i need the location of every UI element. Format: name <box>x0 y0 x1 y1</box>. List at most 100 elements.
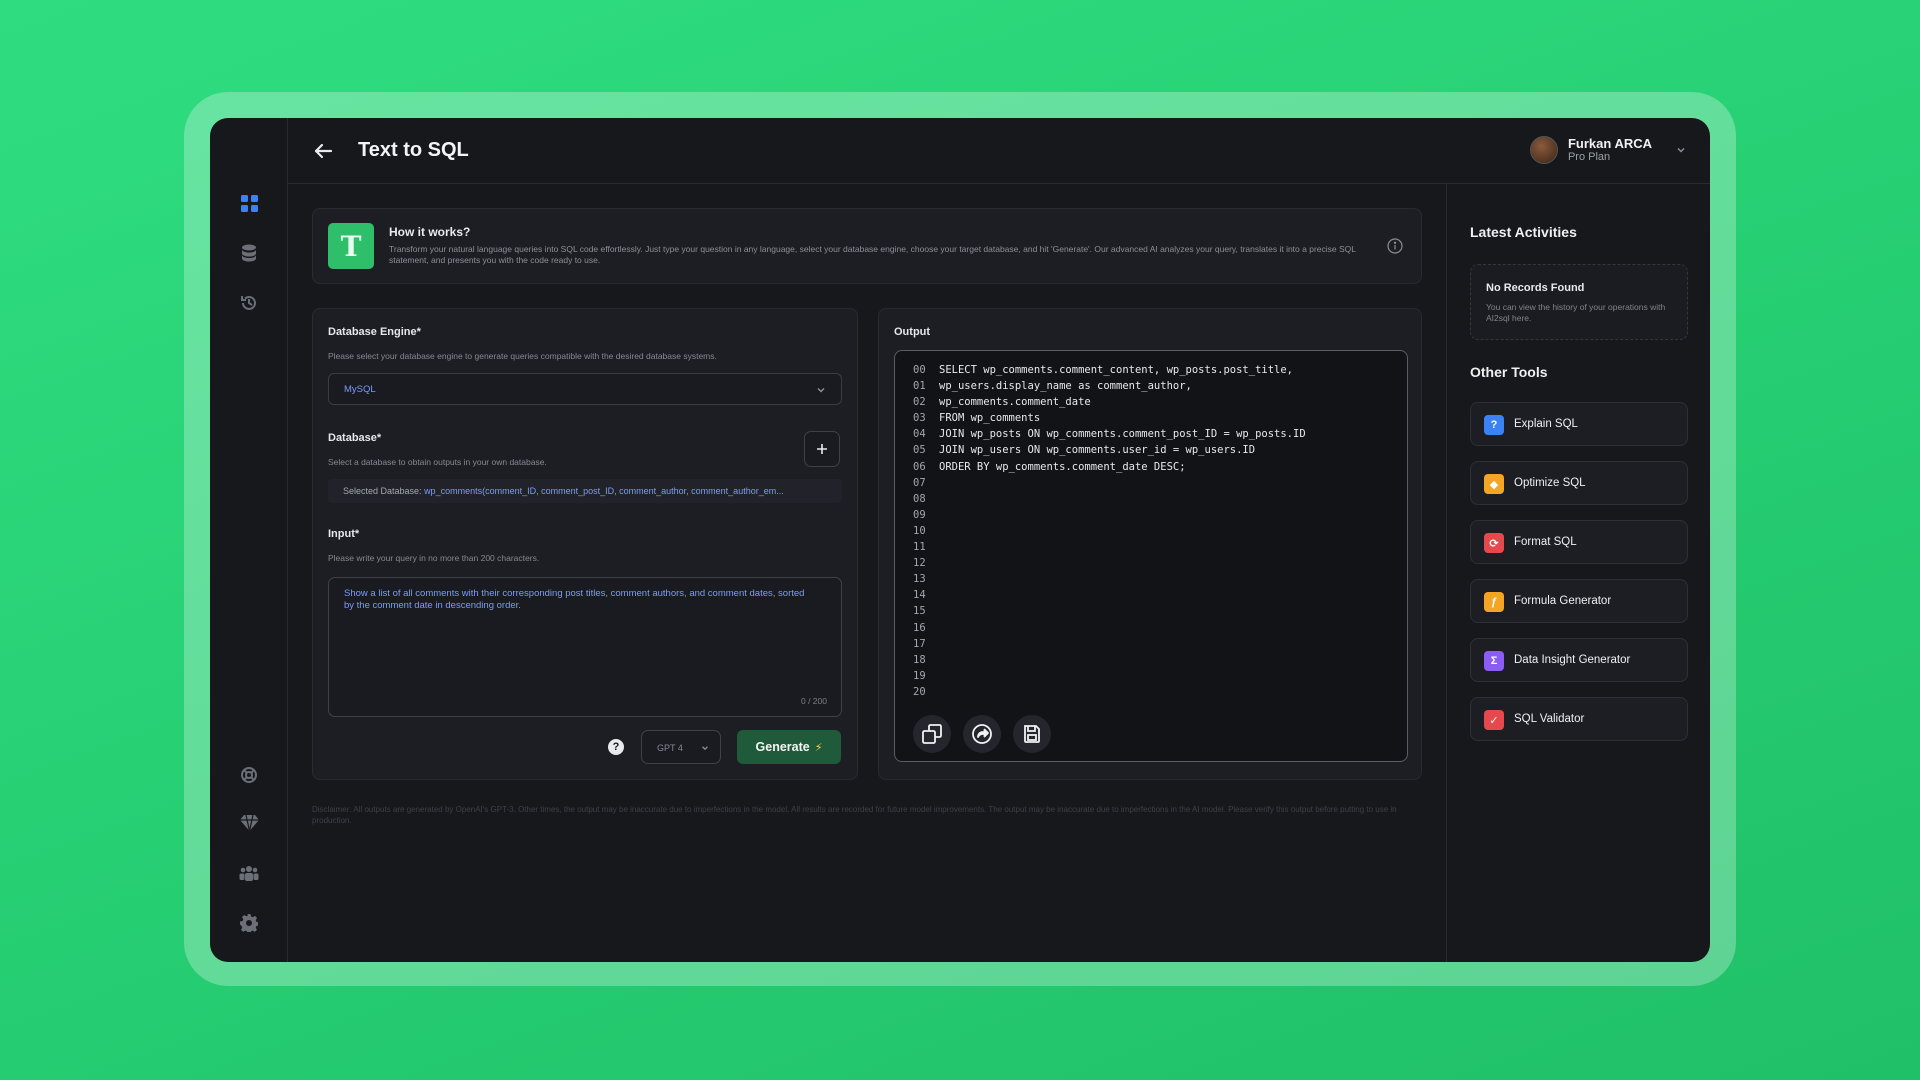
header: Text to SQL Furkan ARCA Pro Plan <box>288 118 1710 184</box>
selected-database[interactable]: Selected Database: wp_comments(comment_I… <box>328 479 842 503</box>
right-panel: Latest Activities No Records Found You c… <box>1446 184 1710 962</box>
query-input-text: Show a list of all comments with their c… <box>344 588 805 611</box>
code-line: 02 wp_comments.comment_date <box>913 394 1306 410</box>
support-icon[interactable] <box>238 764 260 786</box>
user-menu[interactable]: Furkan ARCA Pro Plan <box>1529 136 1686 164</box>
tool-item-label: Explain SQL <box>1514 418 1578 430</box>
copy-button[interactable] <box>913 715 951 753</box>
gear-icon[interactable] <box>238 912 260 934</box>
line-number: 18 <box>913 653 926 666</box>
line-number: 08 <box>913 492 926 505</box>
selected-database-value: wp_comments(comment_ID, comment_post_ID,… <box>424 486 784 496</box>
output-title: Output <box>894 326 931 338</box>
code-line: 08 <box>913 491 1306 507</box>
line-code: wp_users.display_name as comment_author, <box>939 380 1192 393</box>
line-number: 13 <box>913 573 926 586</box>
main-content: T How it works? Transform your natural l… <box>288 184 1446 962</box>
line-number: 16 <box>913 621 926 634</box>
line-number: 20 <box>913 685 926 698</box>
tool-item-data-insight-generator[interactable]: Σ Data Insight Generator <box>1470 638 1688 682</box>
engine-select-value: MySQL <box>344 384 376 395</box>
line-code: SELECT wp_comments.comment_content, wp_p… <box>939 364 1294 376</box>
query-form: Database Engine* Please select your data… <box>312 308 858 780</box>
formula-icon: ƒ <box>1484 592 1504 612</box>
code-line: 20 <box>913 684 1306 700</box>
line-number: 07 <box>913 476 926 489</box>
back-arrow-icon[interactable] <box>312 140 334 162</box>
tool-item-label: Format SQL <box>1514 536 1577 548</box>
disclaimer: Disclaimer: All outputs are generated by… <box>312 805 1397 825</box>
insight-icon: Σ <box>1484 651 1504 671</box>
line-number: 00 <box>913 364 926 376</box>
team-icon[interactable] <box>238 862 260 884</box>
history-icon[interactable] <box>238 292 260 314</box>
format-icon: ⟳ <box>1484 533 1504 553</box>
share-button[interactable] <box>963 715 1001 753</box>
save-button[interactable] <box>1013 715 1051 753</box>
output-panel: Output 00 SELECT wp_comments.comment_cont… <box>878 308 1422 780</box>
code-line: 04 JOIN wp_posts ON wp_comments.comment_p… <box>913 426 1306 442</box>
line-number: 10 <box>913 524 926 537</box>
tool-item-explain-sql[interactable]: ? Explain SQL <box>1470 402 1688 446</box>
line-number: 12 <box>913 557 926 570</box>
line-code: wp_comments.comment_date <box>939 396 1091 409</box>
model-select-value: GPT 4 <box>657 743 683 753</box>
database-icon[interactable] <box>238 242 260 264</box>
tool-item-sql-validator[interactable]: ✓ SQL Validator <box>1470 697 1688 741</box>
code-lines: 00 SELECT wp_comments.comment_content, wp… <box>913 362 1306 700</box>
engine-help: Please select your database engine to ge… <box>328 351 717 361</box>
tool-item-formula-generator[interactable]: ƒ Formula Generator <box>1470 579 1688 623</box>
line-number: 06 <box>913 460 926 473</box>
help-icon[interactable]: ? <box>608 739 624 755</box>
avatar <box>1529 136 1558 164</box>
code-line: 16 <box>913 620 1306 636</box>
plus-icon <box>817 444 827 454</box>
other-tools-title: Other Tools <box>1470 364 1548 380</box>
share-icon <box>972 724 992 744</box>
model-select[interactable]: GPT 4 <box>641 730 721 764</box>
engine-select[interactable]: MySQL <box>328 373 842 405</box>
line-number: 19 <box>913 669 926 682</box>
add-database-button[interactable] <box>804 431 840 467</box>
diamond-icon[interactable] <box>238 812 260 834</box>
input-help: Please write your query in no more than … <box>328 553 540 563</box>
query-input[interactable]: Show a list of all comments with their c… <box>328 577 842 717</box>
text-to-sql-logo-icon: T <box>328 223 374 269</box>
app-window: Text to SQL Furkan ARCA Pro Plan T How i… <box>210 118 1710 962</box>
line-number: 01 <box>913 380 926 393</box>
generate-button[interactable]: Generate ⚡ <box>737 730 841 764</box>
code-line: 09 <box>913 507 1306 523</box>
line-number: 11 <box>913 541 926 554</box>
latest-activities-title: Latest Activities <box>1470 224 1577 240</box>
line-code: JOIN wp_users ON wp_comments.user_id = w… <box>939 444 1256 457</box>
tool-item-label: Optimize SQL <box>1514 477 1586 489</box>
code-line: 10 <box>913 523 1306 539</box>
save-icon <box>1024 725 1040 743</box>
code-line: 14 <box>913 587 1306 603</box>
code-line: 07 <box>913 475 1306 491</box>
line-number: 05 <box>913 444 926 457</box>
code-line: 18 <box>913 652 1306 668</box>
chevron-down-icon <box>702 746 708 751</box>
line-number: 02 <box>913 396 926 409</box>
grid-icon[interactable] <box>238 192 260 214</box>
copy-icon <box>922 724 942 744</box>
validator-icon: ✓ <box>1484 710 1504 730</box>
code-line: 19 <box>913 668 1306 684</box>
code-line: 03 FROM wp_comments <box>913 410 1306 426</box>
character-counter: 0 / 200 <box>801 696 827 706</box>
tool-item-optimize-sql[interactable]: ◆ Optimize SQL <box>1470 461 1688 505</box>
line-code: FROM wp_comments <box>939 412 1041 425</box>
tool-item-label: Data Insight Generator <box>1514 654 1631 666</box>
output-actions <box>913 715 1051 753</box>
code-line: 01 wp_users.display_name as comment_autho… <box>913 378 1306 394</box>
line-number: 14 <box>913 589 926 602</box>
chevron-down-icon <box>817 387 825 393</box>
input-label: Input* <box>328 528 360 540</box>
code-line: 05 JOIN wp_users ON wp_comments.user_id =… <box>913 442 1306 458</box>
lightning-icon: ⚡ <box>814 741 823 754</box>
code-editor[interactable]: 00 SELECT wp_comments.comment_content, wp… <box>894 350 1408 762</box>
tool-item-format-sql[interactable]: ⟳ Format SQL <box>1470 520 1688 564</box>
info-icon[interactable] <box>1387 238 1403 254</box>
line-code: ORDER BY wp_comments.comment_date DESC; <box>939 460 1186 473</box>
